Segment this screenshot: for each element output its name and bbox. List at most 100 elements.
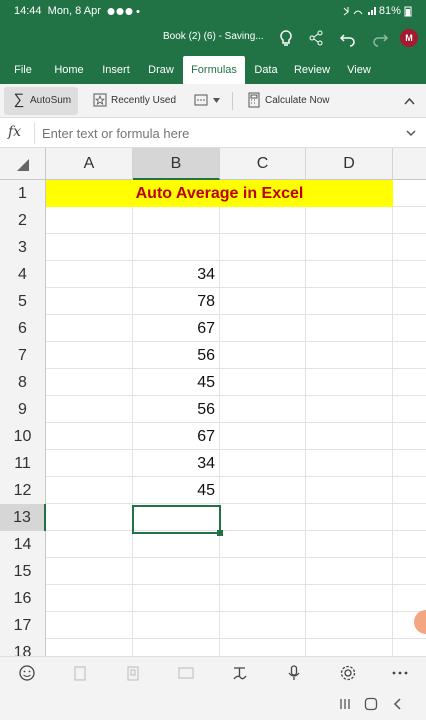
select-all-corner[interactable] [0,148,46,180]
emoji-icon[interactable] [18,664,36,682]
tab-insert[interactable]: Insert [98,56,134,84]
cell-e13[interactable] [393,504,426,531]
row-header-13[interactable]: 13 [0,504,46,531]
cell-e5[interactable] [393,288,426,315]
cell-c9[interactable] [220,396,306,423]
cell-b12[interactable]: 45 [133,477,220,504]
cell-a3[interactable] [46,234,133,261]
cell-c12[interactable] [220,477,306,504]
cell-a7[interactable] [46,342,133,369]
cell-e11[interactable] [393,450,426,477]
cell-d11[interactable] [306,450,393,477]
cell-d3[interactable] [306,234,393,261]
cell-b8[interactable]: 45 [133,369,220,396]
cell-d12[interactable] [306,477,393,504]
tab-data[interactable]: Data [250,56,282,84]
fill-handle[interactable] [217,530,223,536]
spreadsheet-grid[interactable]: A B C D 1 Auto Average in Excel 2 3 4 34 5 78 6 6… [0,148,426,656]
row-header-18[interactable]: 18 [0,639,46,656]
title-cell-b1[interactable]: Auto Average in Excel [46,180,393,207]
cell-d15[interactable] [306,558,393,585]
column-header-b[interactable]: B [133,148,220,180]
cell-d13[interactable] [306,504,393,531]
tab-home[interactable]: Home [50,56,88,84]
row-header-12[interactable]: 12 [0,477,46,504]
cell-a14[interactable] [46,531,133,558]
keyboard-icon[interactable] [177,664,195,682]
row-header-15[interactable]: 15 [0,558,46,585]
cell-b16[interactable] [133,585,220,612]
cell-c16[interactable] [220,585,306,612]
fx-icon[interactable]: fx [8,124,28,142]
more-options-icon[interactable] [391,664,409,682]
cell-b7[interactable]: 56 [133,342,220,369]
row-header-4[interactable]: 4 [0,261,46,288]
cell-b18[interactable] [133,639,220,656]
cell-d18[interactable] [306,639,393,656]
cell-b3[interactable] [133,234,220,261]
tab-file[interactable]: File [6,56,40,84]
redo-icon[interactable] [370,28,390,48]
cell-a10[interactable] [46,423,133,450]
column-header-a[interactable]: A [46,148,133,180]
cell-a9[interactable] [46,396,133,423]
row-header-16[interactable]: 16 [0,585,46,612]
cell-b17[interactable] [133,612,220,639]
cell-c3[interactable] [220,234,306,261]
expand-formula-icon[interactable] [405,127,417,139]
cell-e2[interactable] [393,207,426,234]
cell[interactable] [393,180,426,207]
cell-a11[interactable] [46,450,133,477]
undo-icon[interactable] [338,28,358,48]
row-header-7[interactable]: 7 [0,342,46,369]
row-header-9[interactable]: 9 [0,396,46,423]
cell-d7[interactable] [306,342,393,369]
gear-icon[interactable] [339,664,357,682]
cell-a12[interactable] [46,477,133,504]
cell-d14[interactable] [306,531,393,558]
cell-d9[interactable] [306,396,393,423]
cell-a13[interactable] [46,504,133,531]
paste-icon[interactable] [124,664,142,682]
share-icon[interactable] [306,28,326,48]
tab-view[interactable]: View [342,56,376,84]
cell-e18[interactable] [393,639,426,656]
row-header-17[interactable]: 17 [0,612,46,639]
column-header-e[interactable] [393,148,426,180]
cell-c15[interactable] [220,558,306,585]
cell-d6[interactable] [306,315,393,342]
cell-a2[interactable] [46,207,133,234]
row-header-3[interactable]: 3 [0,234,46,261]
lightbulb-icon[interactable] [276,28,296,48]
document-title[interactable]: Book (2) (6) - Saving... [163,31,264,42]
cell-a18[interactable] [46,639,133,656]
tab-review[interactable]: Review [290,56,334,84]
row-header-5[interactable]: 5 [0,288,46,315]
cell-b11[interactable]: 34 [133,450,220,477]
cell-e10[interactable] [393,423,426,450]
avatar[interactable]: M [400,29,418,47]
cell-c8[interactable] [220,369,306,396]
row-header-8[interactable]: 8 [0,369,46,396]
autosum-button[interactable]: ∑ AutoSum [4,87,78,115]
cell-a6[interactable] [46,315,133,342]
cell-b15[interactable] [133,558,220,585]
cell-c14[interactable] [220,531,306,558]
cell-d5[interactable] [306,288,393,315]
cell-c5[interactable] [220,288,306,315]
cell-c10[interactable] [220,423,306,450]
cell-b9[interactable]: 56 [133,396,220,423]
cell-d17[interactable] [306,612,393,639]
cell-c4[interactable] [220,261,306,288]
cell-d2[interactable] [306,207,393,234]
cell-e15[interactable] [393,558,426,585]
cell-c7[interactable] [220,342,306,369]
cell-e3[interactable] [393,234,426,261]
column-header-d[interactable]: D [306,148,393,180]
cell-e4[interactable] [393,261,426,288]
row-header-1[interactable]: 1 [0,180,46,207]
cell-a16[interactable] [46,585,133,612]
cell-c11[interactable] [220,450,306,477]
recently-used-button[interactable]: Recently Used [92,87,182,115]
cell-d10[interactable] [306,423,393,450]
